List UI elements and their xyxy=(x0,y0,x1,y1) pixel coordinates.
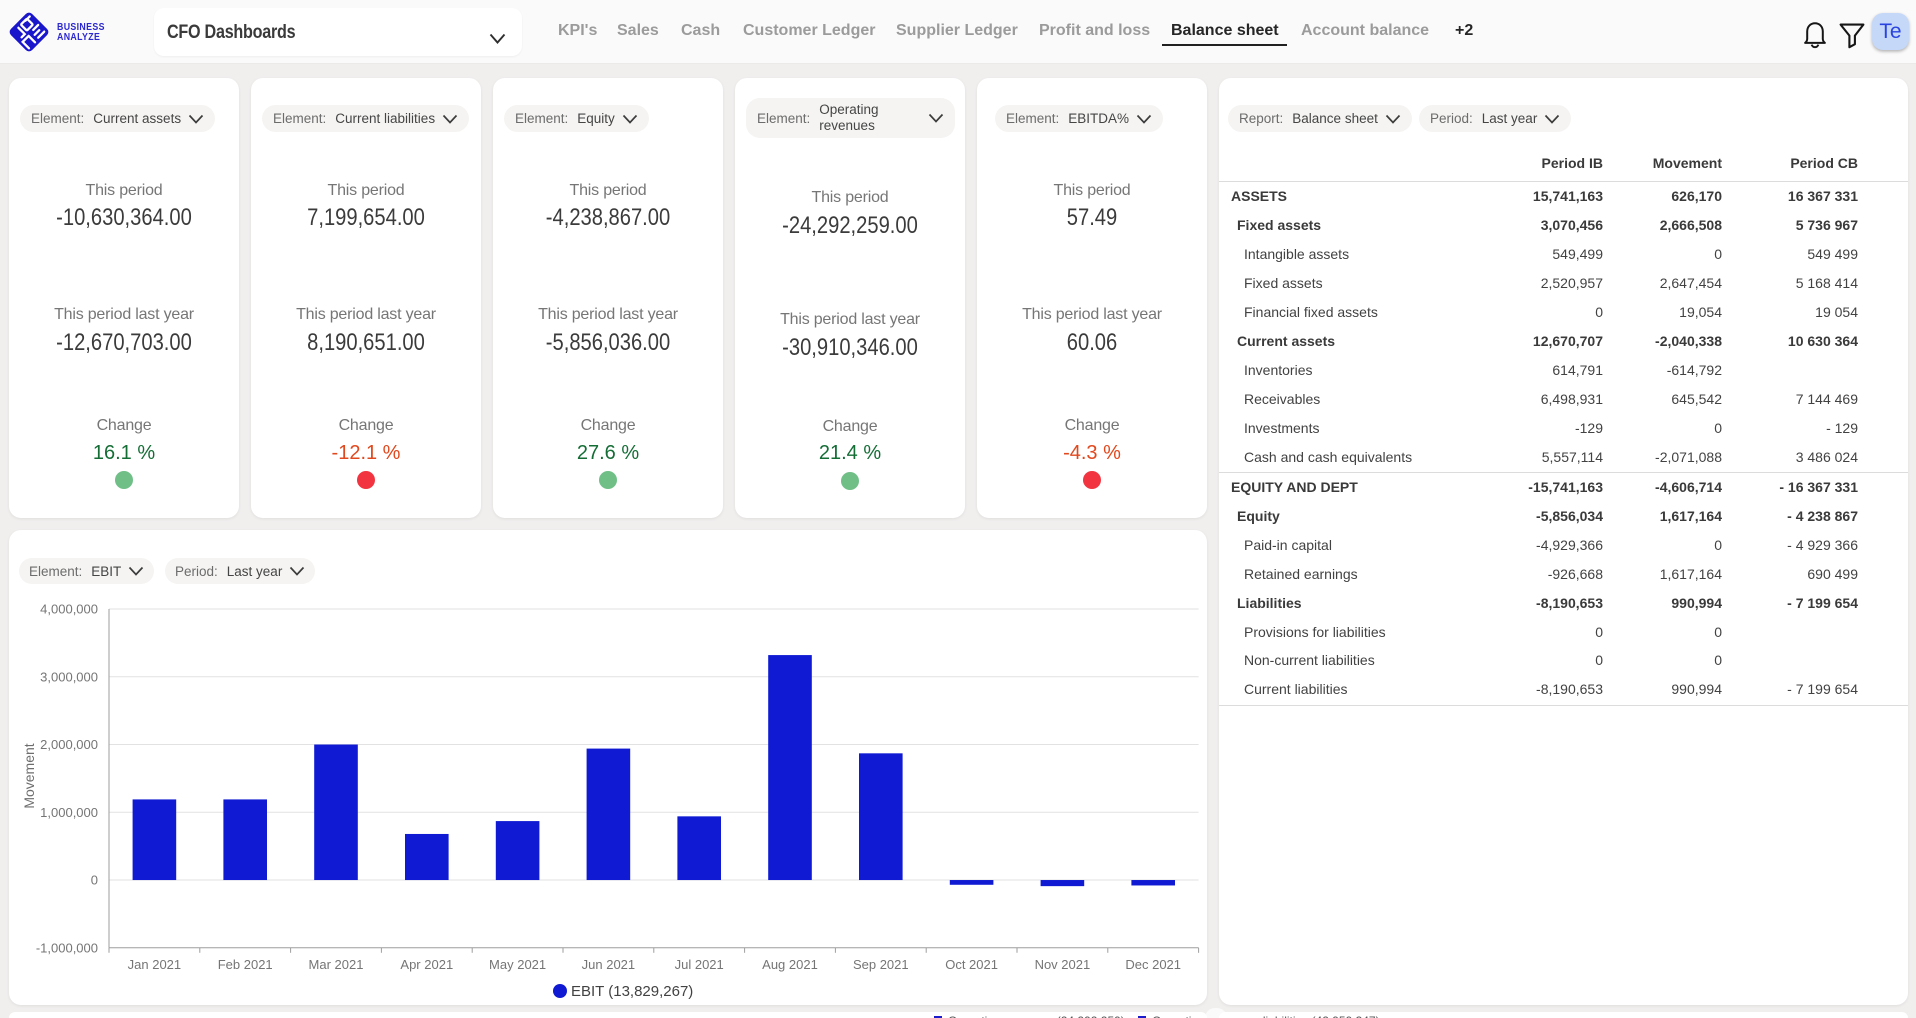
svg-text:May 2021: May 2021 xyxy=(489,957,546,972)
svg-text:Apr 2021: Apr 2021 xyxy=(400,957,453,972)
svg-text:Aug 2021: Aug 2021 xyxy=(762,957,818,972)
svg-text:EBIT (13,829,267): EBIT (13,829,267) xyxy=(571,983,693,1000)
svg-text:Jun 2021: Jun 2021 xyxy=(582,957,636,972)
svg-text:3,000,000: 3,000,000 xyxy=(40,669,98,684)
svg-text:Feb 2021: Feb 2021 xyxy=(218,957,273,972)
svg-text:Dec 2021: Dec 2021 xyxy=(1125,957,1181,972)
svg-text:Nov 2021: Nov 2021 xyxy=(1035,957,1091,972)
svg-text:2,000,000: 2,000,000 xyxy=(40,737,98,752)
svg-text:4,000,000: 4,000,000 xyxy=(40,602,98,617)
svg-text:Jul 2021: Jul 2021 xyxy=(675,957,724,972)
svg-text:Oct 2021: Oct 2021 xyxy=(945,957,998,972)
svg-text:Movement: Movement xyxy=(21,743,37,808)
svg-text:1,000,000: 1,000,000 xyxy=(40,805,98,820)
svg-text:-1,000,000: -1,000,000 xyxy=(36,940,98,955)
svg-text:Jan 2021: Jan 2021 xyxy=(128,957,182,972)
svg-text:Sep 2021: Sep 2021 xyxy=(853,957,909,972)
svg-text:0: 0 xyxy=(91,873,98,888)
svg-text:Mar 2021: Mar 2021 xyxy=(309,957,364,972)
